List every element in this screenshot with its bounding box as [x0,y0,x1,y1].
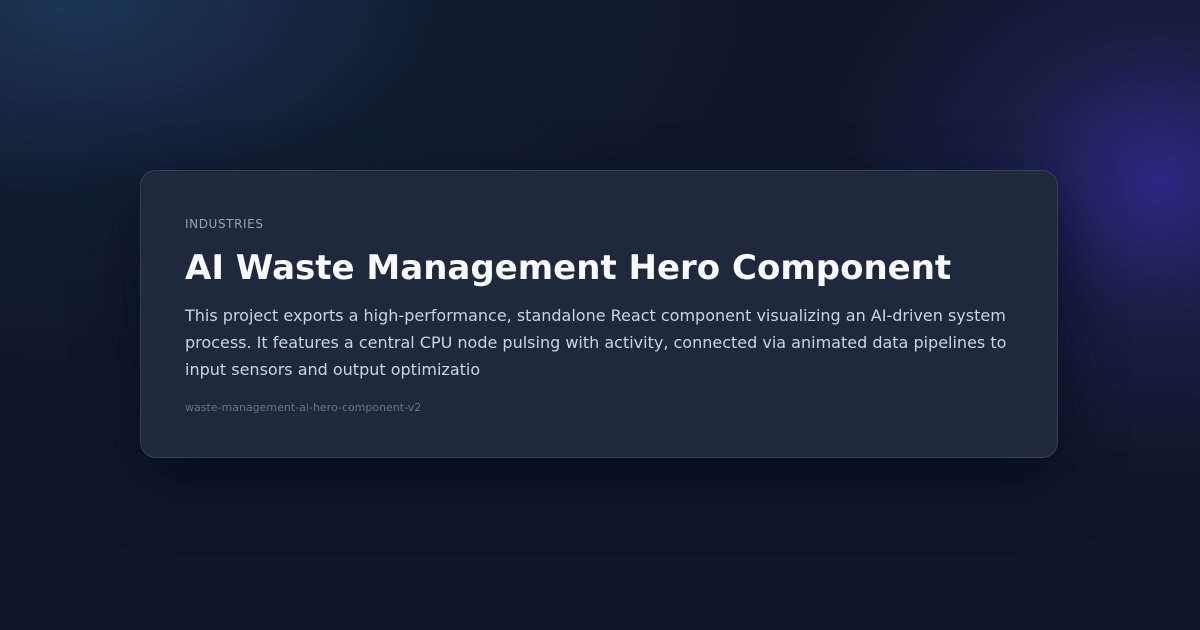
project-card[interactable]: INDUSTRIES AI Waste Management Hero Comp… [140,170,1058,458]
project-description: This project exports a high-performance,… [185,306,1007,379]
category-label: INDUSTRIES [185,217,264,231]
project-slug: waste-management-ai-hero-component-v2 [185,401,422,414]
project-title: AI Waste Management Hero Component [185,248,952,288]
